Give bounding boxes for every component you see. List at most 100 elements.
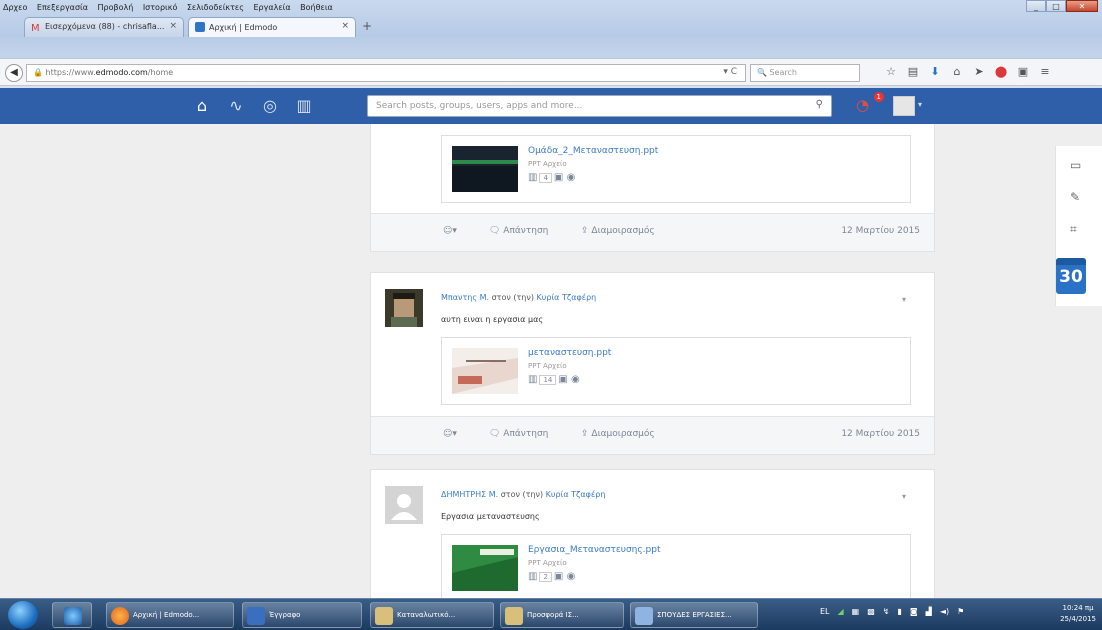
taskbar-item-folder-3[interactable]: ΣΠΟΥΔΕΣ ΕΡΓΑΣΙΕΣ...: [630, 602, 758, 628]
menu-tools[interactable]: Εργαλεία: [250, 1, 293, 12]
attachment-name[interactable]: Ομάδα_2_Μεταναστευση.ppt: [528, 146, 658, 156]
progress-icon[interactable]: ∿: [224, 96, 248, 116]
library-icon[interactable]: ▥: [528, 374, 537, 385]
reload-icon[interactable]: ▾ C: [723, 67, 737, 77]
menu-edit[interactable]: Επεξεργασία: [34, 1, 91, 12]
menu-help[interactable]: Βοήθεια: [297, 1, 336, 12]
home-icon[interactable]: ⌂: [946, 65, 968, 81]
post-date: 12 Μαρτίου 2015: [841, 226, 920, 236]
edit-icon[interactable]: ✎: [1070, 190, 1080, 204]
attachment-card[interactable]: Εργασια_Μεταναστευσης.ppt PPT Αρχείο ▥ 2 ▣…: [441, 534, 911, 598]
downloads-icon[interactable]: ⬇: [924, 65, 946, 81]
close-tab-icon[interactable]: ×: [341, 21, 349, 31]
address-bar[interactable]: 🔒 https://www.edmodo.com/home ▾ C: [26, 64, 746, 82]
taskbar-item-folder-2[interactable]: Προσφορά ΙΣ...: [500, 602, 624, 628]
avatar[interactable]: [385, 289, 423, 327]
menu-icon[interactable]: ≡: [1034, 65, 1056, 81]
library-icon[interactable]: ▥: [528, 172, 537, 183]
send-icon[interactable]: ➤: [968, 65, 990, 81]
calendar-icon[interactable]: 30: [1056, 258, 1086, 294]
save-icon[interactable]: ▣: [558, 374, 567, 385]
library-icon[interactable]: ▥: [292, 96, 316, 116]
bookmark-star-icon[interactable]: ☆: [880, 65, 902, 81]
minimize-button[interactable]: _: [1026, 0, 1046, 12]
preview-icon[interactable]: ◉: [567, 571, 576, 582]
adblock-icon[interactable]: ⬤: [990, 65, 1012, 81]
attachment-card[interactable]: μεταναστευση.ppt PPT Αρχείο ▥ 14 ▣ ◉: [441, 337, 911, 405]
view-count: 2: [539, 572, 552, 582]
author-link[interactable]: Μπαντης Μ.: [441, 293, 489, 302]
user-avatar[interactable]: [893, 96, 915, 116]
maximize-button[interactable]: □: [1046, 0, 1066, 12]
reply-button[interactable]: 🗨 Απάντηση: [489, 429, 548, 439]
slide-thumbnail: [452, 348, 518, 394]
new-tab-button[interactable]: +: [358, 19, 376, 35]
post-options-icon[interactable]: ▾: [902, 295, 906, 304]
library-icon[interactable]: ▥: [528, 571, 537, 582]
reaction-icon[interactable]: ☺▾: [443, 226, 457, 236]
tray-app-icon[interactable]: ▩: [867, 607, 875, 616]
network-icon[interactable]: ▟: [926, 607, 932, 616]
post-header: Μπαντης Μ. στον (την) Κυρία Τζαφέρη: [441, 293, 596, 302]
reaction-icon[interactable]: ☺▾: [443, 429, 457, 439]
taskbar-item-firefox[interactable]: Αρχική | Edmodo...: [106, 602, 234, 628]
view-count: 14: [539, 375, 557, 385]
bookmarks-list-icon[interactable]: ▤: [902, 65, 924, 81]
reply-button[interactable]: 🗨 Απάντηση: [489, 226, 548, 236]
tray-app-icon[interactable]: ▦: [852, 607, 860, 616]
share-label: Διαμοιρασμός: [591, 226, 655, 236]
start-button[interactable]: [8, 601, 38, 629]
planner-icon[interactable]: ▭: [1070, 158, 1081, 172]
tab-edmodo[interactable]: Αρχική | Edmodo ×: [188, 17, 356, 37]
post-date: 12 Μαρτίου 2015: [841, 429, 920, 439]
attachment-name[interactable]: μεταναστευση.ppt: [528, 348, 611, 358]
tray-app-icon[interactable]: ↯: [883, 607, 890, 616]
clock[interactable]: 10:24 πμ 25/4/2015: [1060, 603, 1096, 625]
close-window-button[interactable]: ✕: [1066, 0, 1098, 12]
edmodo-search-input[interactable]: Search posts, groups, users, apps and mo…: [367, 95, 832, 117]
preview-icon[interactable]: ◉: [571, 374, 580, 385]
clock-time: 10:24 πμ: [1062, 604, 1094, 612]
share-button[interactable]: ⇪ Διαμοιρασμός: [581, 226, 655, 236]
post-options-icon[interactable]: ▾: [902, 492, 906, 501]
preview-icon[interactable]: ◉: [567, 172, 576, 183]
browser-search-input[interactable]: 🔍 Search: [750, 64, 860, 82]
edmodo-icon: [195, 22, 205, 32]
language-indicator[interactable]: EL: [820, 607, 830, 616]
close-tab-icon[interactable]: ×: [169, 21, 177, 31]
tray-app-icon[interactable]: ▮: [898, 607, 902, 616]
notifications-icon[interactable]: ◔ 1: [856, 92, 884, 116]
author-link[interactable]: ΔΗΜΗΤΡΗΣ Μ.: [441, 490, 498, 499]
attachment-card[interactable]: Ομάδα_2_Μεταναστευση.ppt PPT Αρχείο ▥ 4 ▣ …: [441, 135, 911, 203]
share-button[interactable]: ⇪ Διαμοιρασμός: [581, 429, 655, 439]
apps-icon[interactable]: ⌗: [1070, 222, 1077, 237]
menu-history[interactable]: Ιστορικό: [140, 1, 181, 12]
taskbar-item-document[interactable]: Έγγραφο: [242, 602, 362, 628]
pocket-icon[interactable]: ▣: [1012, 65, 1034, 81]
menu-view[interactable]: Προβολή: [95, 1, 137, 12]
attachment-name[interactable]: Εργασια_Μεταναστευσης.ppt: [528, 545, 660, 555]
ie-pinned-icon[interactable]: [52, 602, 92, 628]
tab-gmail[interactable]: M Εισερχόμενα (88) - chrisafla... ×: [24, 17, 184, 37]
menu-bar: Δρχεο Επεξεργασία Προβολή Ιστορικό Σελιδ…: [0, 0, 1102, 14]
discover-icon[interactable]: ◎: [258, 96, 282, 116]
chevron-down-icon[interactable]: ▾: [918, 100, 922, 109]
recipient-link[interactable]: Κυρία Τζαφέρη: [537, 293, 597, 302]
browser-chrome: Δρχεο Επεξεργασία Προβολή Ιστορικό Σελιδ…: [0, 0, 1102, 88]
attachment-stats: ▥ 14 ▣ ◉: [528, 374, 580, 385]
flag-icon[interactable]: ⚑: [957, 607, 964, 616]
default-avatar-icon[interactable]: [385, 486, 423, 524]
save-icon[interactable]: ▣: [554, 571, 563, 582]
menu-bookmarks[interactable]: Σελιδοδείκτες: [184, 1, 247, 12]
volume-icon[interactable]: ◄): [940, 607, 949, 616]
tray-green-icon[interactable]: ◢: [838, 607, 844, 616]
search-icon[interactable]: ⚲: [816, 99, 823, 110]
recipient-prefix: στον (την): [500, 490, 544, 499]
save-icon[interactable]: ▣: [554, 172, 563, 183]
recipient-link[interactable]: Κυρία Τζαφέρη: [546, 490, 606, 499]
back-button[interactable]: ◀: [5, 64, 23, 82]
home-icon[interactable]: ⌂: [190, 96, 214, 116]
menu-file[interactable]: Δρχεο: [0, 1, 30, 12]
taskbar-item-folder-1[interactable]: Καταναλωτικό...: [370, 602, 494, 628]
tray-app-icon[interactable]: ◙: [910, 607, 918, 616]
